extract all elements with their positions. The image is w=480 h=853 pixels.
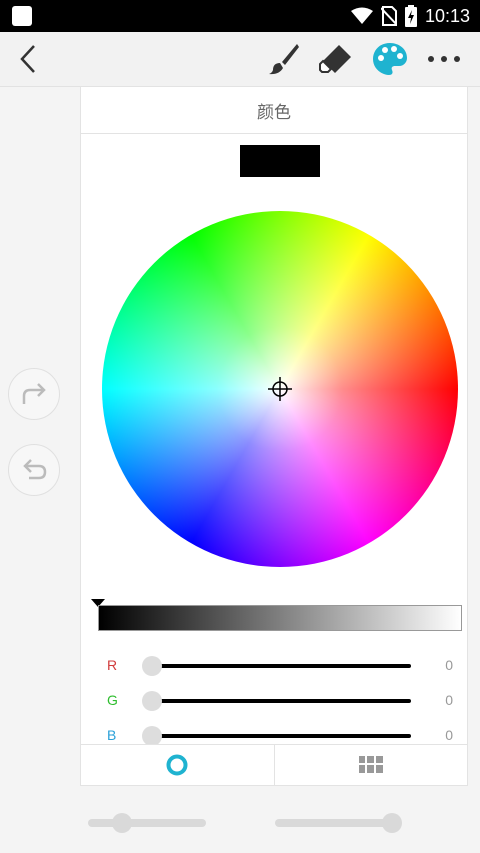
brush-size-thumb[interactable] bbox=[112, 813, 132, 833]
brush-opacity-thumb[interactable] bbox=[382, 813, 402, 833]
undo-icon bbox=[23, 459, 47, 480]
chevron-left-icon bbox=[20, 45, 35, 73]
red-slider-thumb[interactable] bbox=[142, 656, 162, 676]
brush-opacity-slider[interactable] bbox=[275, 813, 402, 833]
green-value: 0 bbox=[445, 692, 453, 708]
blue-slider-track[interactable] bbox=[151, 734, 411, 738]
tab-color-wheel[interactable] bbox=[81, 745, 274, 785]
status-time: 10:13 bbox=[424, 5, 470, 26]
more-icon bbox=[428, 56, 460, 62]
current-color-swatch bbox=[240, 145, 320, 177]
brush-size-track[interactable] bbox=[88, 819, 206, 827]
eraser-tool-button[interactable] bbox=[314, 32, 358, 86]
tab-swatches[interactable] bbox=[273, 745, 468, 785]
green-slider-thumb[interactable] bbox=[142, 691, 162, 711]
color-panel: 颜色 R 0 G 0 B 0 bbox=[80, 86, 468, 786]
red-slider-row: R 0 bbox=[81, 651, 467, 681]
undo-button[interactable] bbox=[8, 444, 60, 496]
brush-icon bbox=[269, 44, 299, 75]
green-slider-row: G 0 bbox=[81, 686, 467, 716]
red-value: 0 bbox=[445, 657, 453, 673]
swatch-grid-icon bbox=[358, 756, 383, 773]
redo-button[interactable] bbox=[8, 368, 60, 420]
eraser-icon bbox=[319, 45, 351, 73]
brightness-bar[interactable] bbox=[98, 605, 462, 631]
red-label: R bbox=[107, 657, 118, 673]
color-panel-tabs bbox=[81, 744, 467, 785]
battery-charging-icon bbox=[404, 5, 417, 27]
palette-tool-button[interactable] bbox=[368, 32, 412, 86]
color-panel-title: 颜色 bbox=[257, 102, 291, 123]
green-label: G bbox=[107, 692, 118, 708]
status-icons: 10:13 bbox=[350, 0, 470, 32]
red-slider-track[interactable] bbox=[151, 664, 411, 668]
color-wheel-icon bbox=[166, 754, 188, 776]
green-slider-track[interactable] bbox=[151, 699, 411, 703]
back-button[interactable] bbox=[6, 32, 50, 86]
brush-tool-button[interactable] bbox=[262, 32, 306, 86]
no-sim-icon bbox=[380, 6, 397, 26]
more-button[interactable] bbox=[422, 32, 466, 86]
blue-label: B bbox=[107, 727, 117, 743]
color-panel-header: 颜色 bbox=[81, 87, 467, 134]
redo-icon bbox=[22, 383, 46, 404]
status-bar: 10:13 bbox=[0, 0, 480, 32]
wifi-icon bbox=[350, 7, 373, 24]
toolbar bbox=[0, 32, 480, 87]
crosshair-icon[interactable] bbox=[268, 377, 292, 401]
brush-opacity-track[interactable] bbox=[275, 819, 395, 827]
brush-size-slider[interactable] bbox=[88, 813, 206, 833]
palette-icon bbox=[373, 43, 407, 75]
app-square-icon bbox=[12, 6, 32, 26]
blue-slider-thumb[interactable] bbox=[142, 726, 162, 746]
blue-value: 0 bbox=[445, 727, 453, 743]
